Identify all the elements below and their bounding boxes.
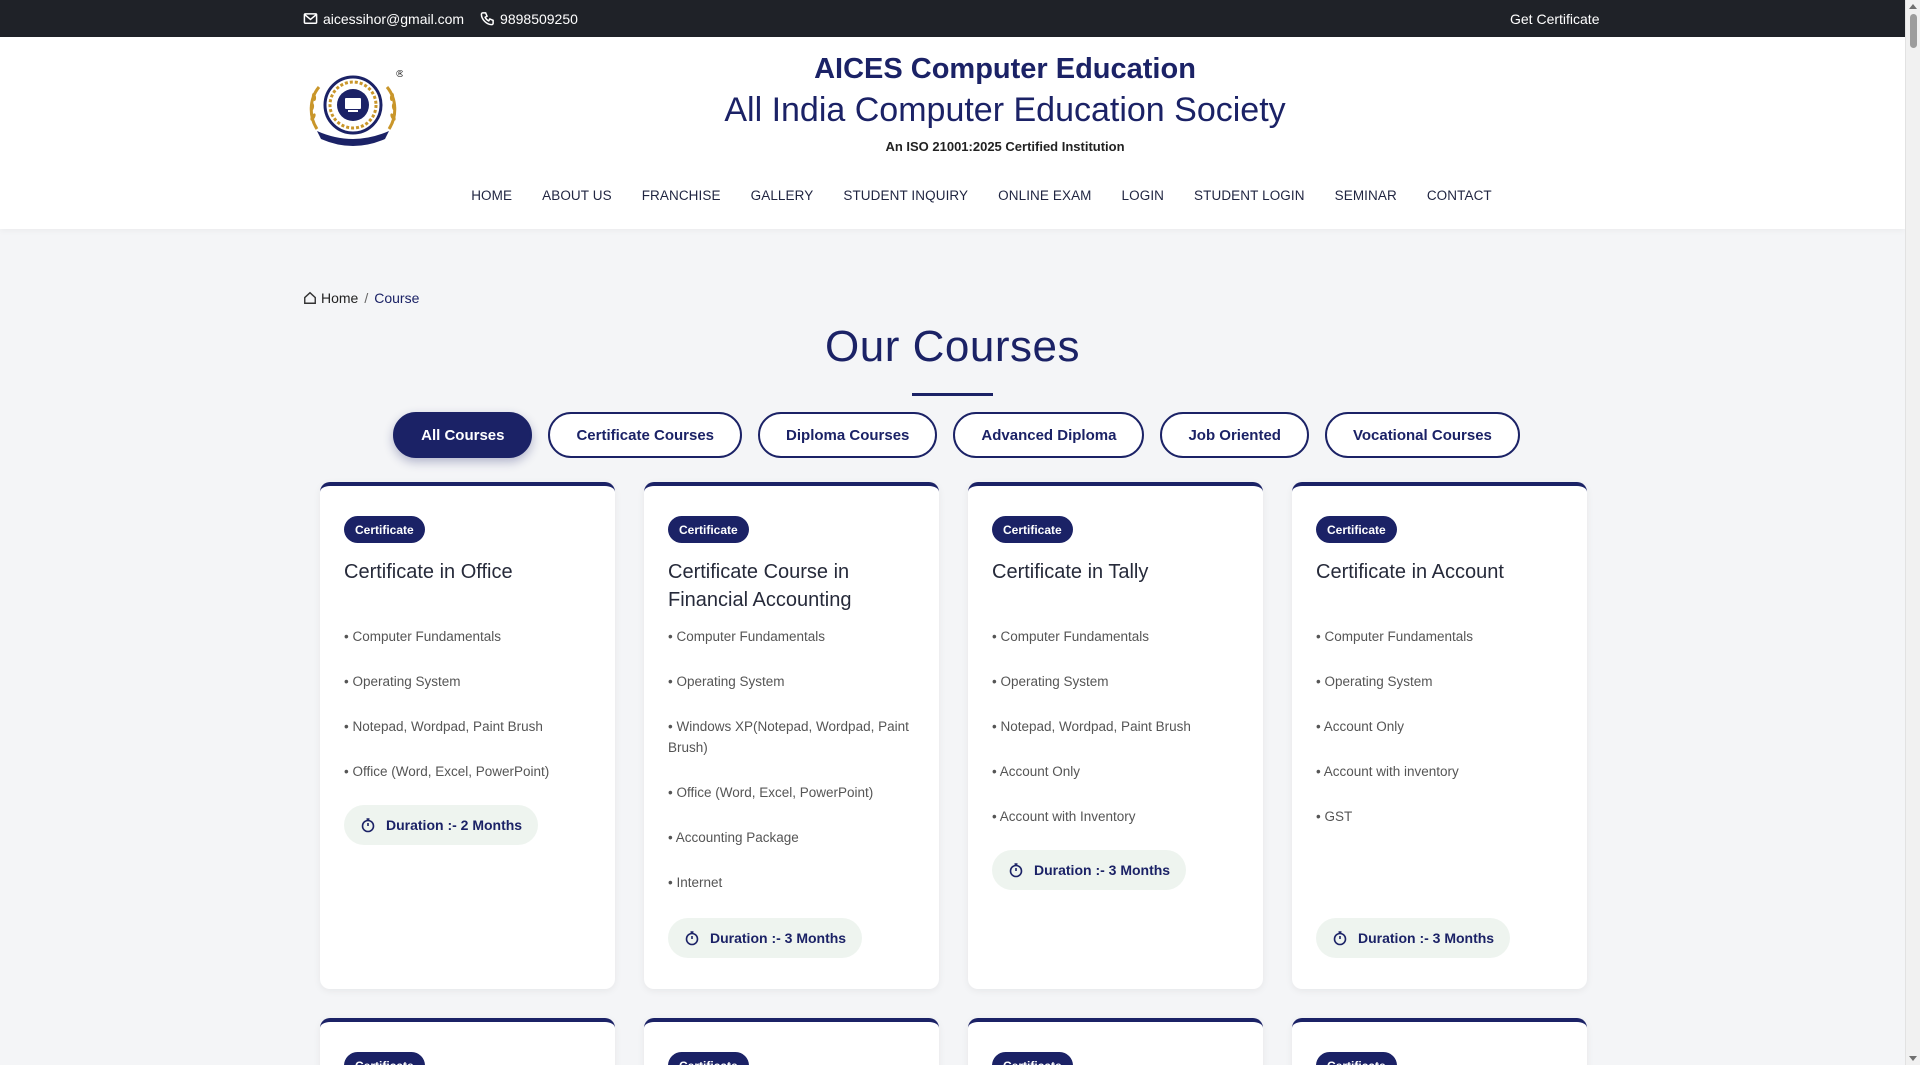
page: aicessihor@gmail.com 9898509250 Get Cert… [0, 0, 1920, 1065]
breadcrumb: Home / Course [303, 290, 419, 306]
nav-about-us[interactable]: ABOUT US [542, 188, 612, 203]
site-header: ® AICES Computer Education All India Com… [0, 37, 1905, 229]
topic-item: Office (Word, Excel, PowerPoint) [344, 761, 594, 782]
filter-diploma-courses[interactable]: Diploma Courses [758, 412, 938, 458]
topic-item: Notepad, Wordpad, Paint Brush [344, 716, 594, 737]
top-bar: aicessihor@gmail.com 9898509250 Get Cert… [0, 0, 1905, 37]
topic-item: Operating System [992, 671, 1242, 692]
breadcrumb-home[interactable]: Home [321, 290, 358, 306]
topic-item: Account with inventory [1316, 761, 1566, 782]
course-duration: Duration :- 2 Months [344, 805, 539, 845]
course-badge: Certificate [992, 1052, 1073, 1065]
nav-seminar[interactable]: SEMINAR [1335, 188, 1397, 203]
stopwatch-icon [361, 818, 375, 833]
duration-text: Duration :- 2 Months [386, 817, 523, 833]
topic-item: Computer Fundamentals [992, 626, 1242, 647]
topic-item: Account with Inventory [992, 806, 1242, 827]
home-icon [304, 291, 316, 304]
duration-text: Duration :- 3 Months [1358, 930, 1495, 946]
nav-contact[interactable]: CONTACT [1427, 188, 1492, 203]
page-scrollbar[interactable] [1905, 0, 1920, 1065]
topic-item: Accounting Package [668, 827, 918, 848]
course-card-next[interactable]: Certificate [320, 1018, 615, 1065]
nav-student-inquiry[interactable]: STUDENT INQUIRY [843, 188, 968, 203]
page-title: Our Courses [825, 322, 1080, 371]
contact-info: aicessihor@gmail.com 9898509250 [303, 0, 578, 37]
nav-student-login[interactable]: STUDENT LOGIN [1194, 188, 1305, 203]
filter-vocational-courses[interactable]: Vocational Courses [1324, 412, 1520, 458]
scroll-down-arrow-icon[interactable] [1909, 1056, 1917, 1061]
filter-all-courses[interactable]: All Courses [393, 412, 533, 458]
topic-item: Operating System [344, 671, 594, 692]
filter-certificate-courses[interactable]: Certificate Courses [548, 412, 743, 458]
course-badge: Certificate [1316, 516, 1397, 543]
topic-item: GST [1316, 806, 1566, 827]
main-nav: HOME ABOUT US FRANCHISE GALLERY STUDENT … [0, 188, 1905, 203]
nav-home[interactable]: HOME [471, 188, 512, 203]
get-certificate-link[interactable]: Get Certificate [1510, 0, 1599, 37]
topic-item: Account Only [1316, 716, 1566, 737]
filter-job-oriented[interactable]: Job Oriented [1160, 412, 1309, 458]
course-title: Certificate in Tally [992, 561, 1149, 583]
topic-item: Internet [668, 872, 918, 893]
course-badge: Certificate [344, 1052, 425, 1065]
phone-icon [480, 12, 494, 26]
topic-item: Windows XP(Notepad, Wordpad, Paint Brush… [668, 716, 918, 758]
course-card-next[interactable]: Certificate [644, 1018, 939, 1065]
course-card-next[interactable]: Certificate [1292, 1018, 1587, 1065]
course-card-financial-accounting[interactable]: Certificate Certificate Course in Financ… [644, 482, 939, 989]
duration-text: Duration :- 3 Months [710, 930, 847, 946]
iso-certification: An ISO 21001:2025 Certified Institution [885, 139, 1125, 154]
email-link[interactable]: aicessihor@gmail.com [303, 11, 464, 27]
nav-login[interactable]: LOGIN [1122, 188, 1165, 203]
stopwatch-icon [1009, 863, 1023, 878]
title-underline [912, 393, 993, 396]
topic-item: Operating System [668, 671, 918, 692]
course-title: Certificate in Office [344, 561, 513, 583]
course-topics: Computer Fundamentals Operating System A… [1316, 626, 1566, 851]
topic-item: Computer Fundamentals [344, 626, 594, 647]
course-badge: Certificate [344, 516, 425, 543]
course-duration: Duration :- 3 Months [992, 850, 1187, 890]
course-badge: Certificate [1316, 1052, 1397, 1065]
brand-subtitle: All India Computer Education Society [724, 91, 1286, 129]
topic-item: Notepad, Wordpad, Paint Brush [992, 716, 1242, 737]
course-card-account[interactable]: Certificate Certificate in Account Compu… [1292, 482, 1587, 989]
course-filters: All Courses Certificate Courses Diploma … [0, 412, 1905, 458]
course-card-tally[interactable]: Certificate Certificate in Tally Compute… [968, 482, 1263, 989]
phone-link[interactable]: 9898509250 [480, 11, 578, 27]
brand-title: AICES Computer Education [814, 53, 1196, 85]
course-card-next[interactable]: Certificate [968, 1018, 1263, 1065]
course-topics: Computer Fundamentals Operating System N… [992, 626, 1242, 851]
course-topics: Computer Fundamentals Operating System N… [344, 626, 594, 806]
scroll-thumb[interactable] [1910, 14, 1917, 48]
mail-icon [303, 13, 318, 24]
nav-online-exam[interactable]: ONLINE EXAM [998, 188, 1091, 203]
course-badge: Certificate [668, 1052, 749, 1065]
course-topics: Computer Fundamentals Operating System W… [668, 626, 918, 917]
duration-text: Duration :- 3 Months [1034, 862, 1171, 878]
nav-gallery[interactable]: GALLERY [751, 188, 814, 203]
topic-item: Computer Fundamentals [668, 626, 918, 647]
breadcrumb-current: Course [374, 290, 420, 306]
stopwatch-icon [685, 931, 699, 946]
email-text: aicessihor@gmail.com [323, 10, 465, 27]
course-badge: Certificate [992, 516, 1073, 543]
topic-item: Office (Word, Excel, PowerPoint) [668, 782, 918, 803]
nav-franchise[interactable]: FRANCHISE [642, 188, 721, 203]
topic-item: Operating System [1316, 671, 1566, 692]
course-duration: Duration :- 3 Months [1316, 918, 1511, 958]
topic-item: Computer Fundamentals [1316, 626, 1566, 647]
course-duration: Duration :- 3 Months [668, 918, 863, 958]
course-card-office[interactable]: Certificate Certificate in Office Comput… [320, 482, 615, 989]
course-badge: Certificate [668, 516, 749, 543]
topic-item: Account Only [992, 761, 1242, 782]
course-title: Certificate Course in Financial Accounti… [668, 561, 852, 611]
stopwatch-icon [1333, 931, 1347, 946]
breadcrumb-separator: / [364, 290, 369, 306]
filter-advanced-diploma[interactable]: Advanced Diploma [953, 412, 1145, 458]
phone-text: 9898509250 [500, 10, 578, 27]
course-title: Certificate in Account [1316, 561, 1504, 583]
scroll-up-arrow-icon[interactable] [1909, 4, 1917, 9]
